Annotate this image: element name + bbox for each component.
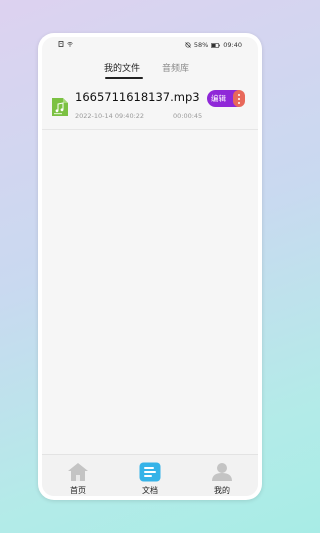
more-dot-icon <box>238 94 240 96</box>
nav-home[interactable]: 首页 <box>53 455 103 496</box>
file-duration: 00:00:45 <box>173 112 203 120</box>
more-dot-icon <box>238 98 240 100</box>
status-time: 09:40 <box>223 41 242 49</box>
home-icon <box>68 463 88 481</box>
document-icon <box>58 41 64 47</box>
alarm-off-icon <box>185 42 191 48</box>
status-left <box>58 41 73 47</box>
nav-home-label: 首页 <box>70 486 86 495</box>
wifi-icon <box>67 42 73 47</box>
edit-button-label: 编辑 <box>211 94 226 103</box>
nav-documents-label: 文档 <box>142 486 158 495</box>
status-bar: 58% 09:40 <box>42 37 258 53</box>
nav-profile[interactable]: 我的 <box>197 455 247 496</box>
app-screen: 58% 09:40 我的文件 音频库 1665711618137.mp3 202… <box>42 37 258 496</box>
tab-active-indicator <box>105 77 143 79</box>
tab-bar: 我的文件 音频库 <box>42 59 258 81</box>
nav-profile-label: 我的 <box>214 486 230 495</box>
file-date: 2022-10-14 09:40:22 <box>75 112 145 120</box>
battery-percent: 58% <box>193 41 209 49</box>
bottom-navigation: 首页 文档 我的 <box>42 454 258 496</box>
user-icon <box>212 463 232 481</box>
status-right: 58% 09:40 <box>185 41 242 49</box>
more-dot-icon <box>238 102 240 104</box>
tab-my-files[interactable]: 我的文件 <box>104 61 140 74</box>
music-file-icon <box>52 98 68 116</box>
tab-audio-library[interactable]: 音频库 <box>162 61 189 74</box>
list-item[interactable]: 1665711618137.mp3 2022-10-14 09:40:22 00… <box>42 87 258 130</box>
more-options-button[interactable] <box>233 90 245 107</box>
battery-icon <box>211 42 221 48</box>
document-list-icon <box>139 462 161 482</box>
file-name: 1665711618137.mp3 <box>75 90 200 104</box>
nav-documents[interactable]: 文档 <box>125 455 175 496</box>
